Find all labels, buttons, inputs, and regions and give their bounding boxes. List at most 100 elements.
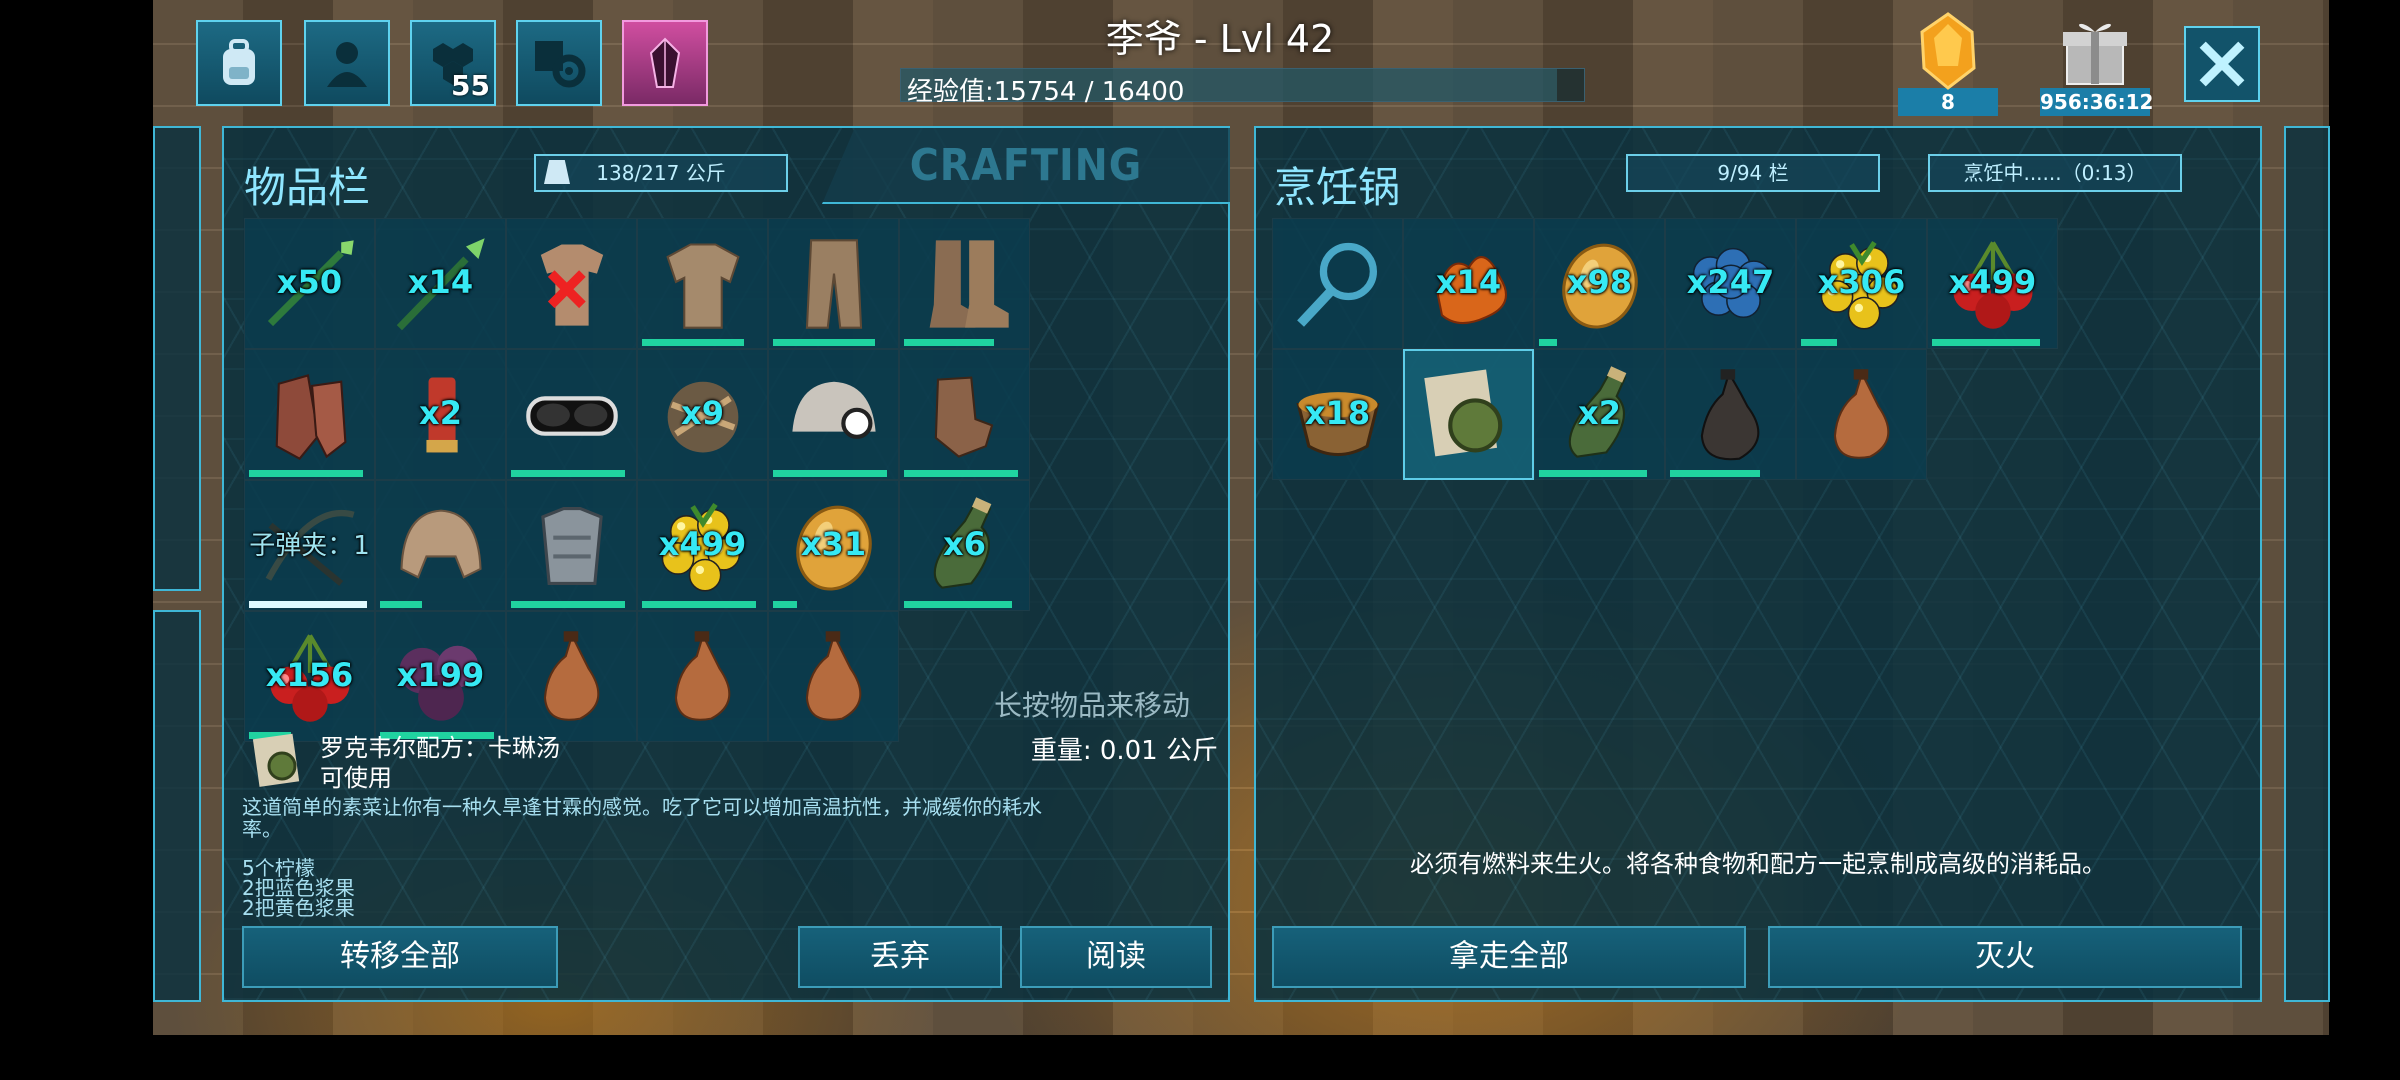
durability-bar [1670,470,1760,477]
read-button[interactable]: 阅读 [1020,926,1212,988]
gift-box-icon [2063,23,2127,85]
selected-item-ingredients: 5个柠檬 2把蓝色浆果 2把黄色浆果 [242,858,355,918]
left-side-panel-stub-lower [153,610,201,1002]
item-slot[interactable] [375,480,506,611]
gloves-icon [913,363,1017,467]
gift-timer-text: 956:36:12 [2040,88,2154,116]
inventory-grid: x50 x14 x2 x9 子弹夹：1 x499 x31 x6 x156 x199 [244,218,1030,742]
item-slot[interactable] [506,480,637,611]
item-slot[interactable]: x499 [1927,218,2058,349]
slots-meter: 9/94 栏 [1626,154,1880,192]
item-slot[interactable]: x499 [637,480,768,611]
item-quantity: x247 [1686,263,1775,301]
inventory-title: 物品栏 [244,163,371,212]
item-quantity: x499 [658,525,747,563]
item-quantity: x31 [800,525,867,563]
person-icon [327,42,367,87]
transfer-all-button[interactable]: 转移全部 [242,926,558,988]
right-side-panel-stub [2284,126,2330,1002]
item-slot[interactable] [768,611,899,742]
item-slot[interactable]: x14 [375,218,506,349]
item-slot[interactable] [1272,218,1403,349]
take-all-button[interactable]: 拿走全部 [1272,926,1746,988]
item-quantity: x14 [407,263,474,301]
crystal-icon [649,37,681,88]
ingredient-line: 5个柠檬 [242,856,315,880]
item-slot[interactable]: x14 [1403,218,1534,349]
item-slot[interactable]: x306 [1796,218,1927,349]
extinguish-button[interactable]: 灭火 [1768,926,2242,988]
durability-bar [1932,339,2040,346]
drop-button[interactable]: 丢弃 [798,926,1002,988]
item-slot[interactable]: x247 [1665,218,1796,349]
item-slot[interactable] [1796,349,1927,480]
backpack-icon [223,39,255,85]
gift-timer[interactable]: 956:36:12 [2040,10,2154,116]
waterskin-dark-icon [1679,363,1783,467]
hide-hat-icon [389,494,493,598]
item-slot[interactable]: x18 [1272,349,1403,480]
item-slot[interactable] [506,349,637,480]
move-hint: 长按物品来移动 [994,689,1191,722]
item-slot[interactable]: x2 [375,349,506,480]
durability-bar [380,601,422,608]
settings-tab-button[interactable] [516,20,602,106]
boots-icon [913,232,1017,336]
item-slot[interactable] [1665,349,1796,480]
xp-bar: 经验值:15754 / 16400 [900,68,1585,107]
item-quantity: x6 [943,525,986,563]
item-slot[interactable] [768,218,899,349]
durability-bar [1801,339,1837,346]
item-slot[interactable] [637,218,768,349]
inventory-panel: CRAFTING 物品栏 138/217 公斤 x50 x14 x2 x9 子弹夹：1 x… [222,126,1230,1002]
item-slot[interactable]: x98 [1534,218,1665,349]
item-slot[interactable]: x199 [375,611,506,742]
waterskin-icon [1810,363,1914,467]
durability-bar [1539,339,1557,346]
item-slot[interactable]: x31 [768,480,899,611]
selected-item-status: 可使用 [320,764,392,792]
item-slot[interactable]: 子弹夹：1 [244,480,375,611]
weight-text: 138/217 公斤 [596,161,726,185]
cooking-pot-title: 烹饪锅 [1274,163,1401,212]
cloth-shirt-broken-icon [520,232,624,336]
tek-tab-button[interactable] [622,20,708,106]
recipe-note-icon [1417,363,1521,467]
item-slot[interactable] [899,349,1030,480]
xp-text: 经验值:15754 / 16400 [907,77,1185,107]
durability-bar [773,470,887,477]
character-tab-button[interactable] [304,20,390,106]
item-slot[interactable]: x2 [1534,349,1665,480]
item-slot[interactable] [506,218,637,349]
selected-item-weight: 重量: 0.01 公斤 [1030,736,1218,766]
engrams-tab-button[interactable]: 55 [410,20,496,106]
item-slot[interactable]: x50 [244,218,375,349]
item-slot[interactable] [768,349,899,480]
durability-bar [511,601,625,608]
ingredient-line: 2把蓝色浆果 [242,876,355,900]
durability-bar [642,339,744,346]
item-quantity: x2 [419,394,462,432]
item-slot[interactable] [506,611,637,742]
item-quantity: x18 [1304,394,1371,432]
item-slot[interactable] [899,218,1030,349]
item-slot[interactable]: x9 [637,349,768,480]
item-quantity: x2 [1578,394,1621,432]
element-counter[interactable]: 8 [1898,10,1998,116]
engram-count: 55 [451,69,490,102]
crafting-tab[interactable]: CRAFTING [822,128,1230,204]
close-icon [2199,41,2245,87]
durability-bar [904,470,1018,477]
item-slot[interactable]: x6 [899,480,1030,611]
item-slot[interactable] [637,611,768,742]
item-slot[interactable] [1403,349,1534,480]
item-quantity: x199 [396,656,485,694]
item-slot[interactable] [244,349,375,480]
item-slot[interactable]: x156 [244,611,375,742]
cloth-pants-icon [782,232,886,336]
durability-bar [511,470,625,477]
cooking-pot-panel: 烹饪锅 9/94 栏 烹饪中......（0:13） x14 x98 x247 x30… [1254,126,2262,1002]
close-button[interactable] [2184,26,2260,102]
inventory-tab-button[interactable] [196,20,282,106]
gear-icon [535,41,586,88]
